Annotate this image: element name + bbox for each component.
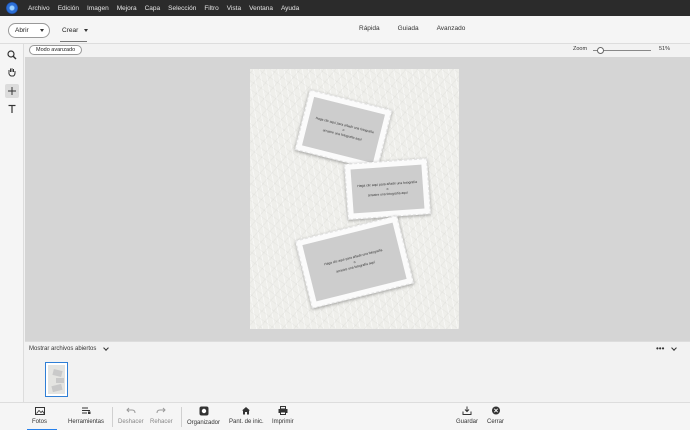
show-open-files-label: Mostrar archivos abiertos [29, 346, 97, 352]
magnifier-icon [7, 50, 17, 60]
photos-label: Fotos [32, 419, 48, 425]
redo-button[interactable]: Rehacer [150, 406, 173, 425]
redo-label: Rehacer [150, 419, 173, 425]
photo-placeholder-1-area: Haga clic aquí para añadir una fotografí… [302, 96, 385, 164]
home-icon [242, 407, 251, 415]
open-dropdown-caret-icon [40, 29, 44, 32]
undo-button[interactable]: Deshacer [118, 406, 144, 425]
create-underline [60, 41, 87, 42]
document-page[interactable]: Haga clic aquí para añadir una fotografí… [250, 69, 459, 329]
photos-button[interactable]: Fotos [32, 406, 47, 425]
undo-label: Deshacer [118, 419, 144, 425]
chevron-down-icon [103, 345, 110, 351]
zoom-value: 51% [659, 46, 671, 52]
photo-bin-header: Mostrar archivos abiertos ••• [25, 341, 690, 356]
organizer-icon [199, 406, 209, 416]
close-icon [491, 406, 500, 415]
menu-ayuda[interactable]: Ayuda [277, 5, 303, 12]
workspace-header: Modo avanzado Zoom 51% [25, 44, 690, 57]
menu-bar: Archivo Edición Imagen Mejora Capa Selec… [0, 0, 690, 16]
zoom-slider-thumb[interactable] [597, 47, 604, 54]
menu-mejora[interactable]: Mejora [113, 5, 141, 12]
app-logo-icon [6, 2, 18, 14]
placeholder-2-line3: arrastre una fotografía aquí [367, 190, 408, 197]
close-label: Cerrar [487, 419, 505, 425]
menu-imagen[interactable]: Imagen [83, 5, 113, 12]
redo-icon [156, 407, 167, 414]
advanced-mode-button[interactable]: Modo avanzado [29, 45, 83, 55]
organizer-button[interactable]: Organizador [187, 406, 220, 426]
tool-options-button[interactable]: Herramientas [68, 406, 104, 425]
save-icon [462, 406, 472, 415]
tool-options-icon [82, 407, 91, 414]
menu-vista[interactable]: Vista [223, 5, 245, 12]
menu-ventana[interactable]: Ventana [245, 5, 277, 12]
top-toolbar: Abrir Crear Rápida Guiada Avanzado [0, 16, 690, 44]
more-options-icon[interactable]: ••• [656, 344, 664, 353]
bottom-taskbar: Fotos Herramientas Deshacer Rehacer Orga… [0, 402, 690, 430]
print-icon [278, 406, 288, 415]
hand-icon [8, 68, 16, 77]
tool-options-label: Herramientas [68, 419, 105, 425]
tab-rapida[interactable]: Rápida [350, 25, 389, 32]
save-label: Guardar [456, 419, 479, 425]
canvas-area: Haga clic aquí para añadir una fotografí… [25, 57, 690, 341]
taskbar-divider [112, 407, 113, 427]
organizer-label: Organizador [187, 420, 221, 426]
collapse-bin-chevron-icon[interactable] [671, 345, 677, 351]
type-icon [8, 104, 16, 113]
text-tool[interactable] [5, 102, 19, 116]
open-button[interactable]: Abrir [8, 23, 50, 38]
close-button[interactable]: Cerrar [487, 406, 504, 425]
undo-icon [126, 407, 136, 414]
photo-bin [25, 356, 690, 402]
tab-guiada[interactable]: Guiada [389, 25, 428, 32]
mode-tabs: Rápida Guiada Avanzado [350, 25, 474, 32]
taskbar-divider [181, 407, 182, 427]
home-screen-button[interactable]: Pant. de inic. [229, 406, 264, 425]
zoom-label: Zoom [573, 46, 588, 52]
print-label: Imprimir [272, 419, 294, 425]
save-button[interactable]: Guardar [456, 406, 478, 425]
photos-icon [34, 407, 45, 415]
open-button-label: Abrir [15, 27, 29, 34]
hand-tool[interactable] [5, 65, 19, 79]
thumbnail-preview [48, 365, 65, 394]
tool-strip [0, 44, 24, 402]
menu-capa[interactable]: Capa [141, 5, 165, 12]
tab-avanzado[interactable]: Avanzado [428, 25, 475, 32]
document-thumbnail[interactable] [45, 362, 68, 397]
create-button[interactable]: Crear [62, 23, 89, 38]
menu-archivo[interactable]: Archivo [24, 5, 54, 12]
print-button[interactable]: Imprimir [272, 406, 294, 425]
zoom-tool[interactable] [5, 48, 19, 62]
photo-placeholder-2-area: Haga clic aquí para añadir una fotografí… [350, 164, 425, 214]
menu-edicion[interactable]: Edición [54, 5, 83, 12]
photo-placeholder-2[interactable]: Haga clic aquí para añadir una fotografí… [344, 158, 431, 220]
menu-filtro[interactable]: Filtro [200, 5, 222, 12]
home-screen-label: Pant. de inic. [229, 419, 264, 425]
move-tool[interactable] [5, 84, 19, 98]
create-dropdown-caret-icon [84, 29, 89, 32]
move-icon [8, 87, 16, 95]
create-button-label: Crear [62, 27, 79, 34]
menu-seleccion[interactable]: Selección [164, 5, 200, 12]
show-open-files-dropdown[interactable]: Mostrar archivos abiertos [29, 345, 110, 352]
